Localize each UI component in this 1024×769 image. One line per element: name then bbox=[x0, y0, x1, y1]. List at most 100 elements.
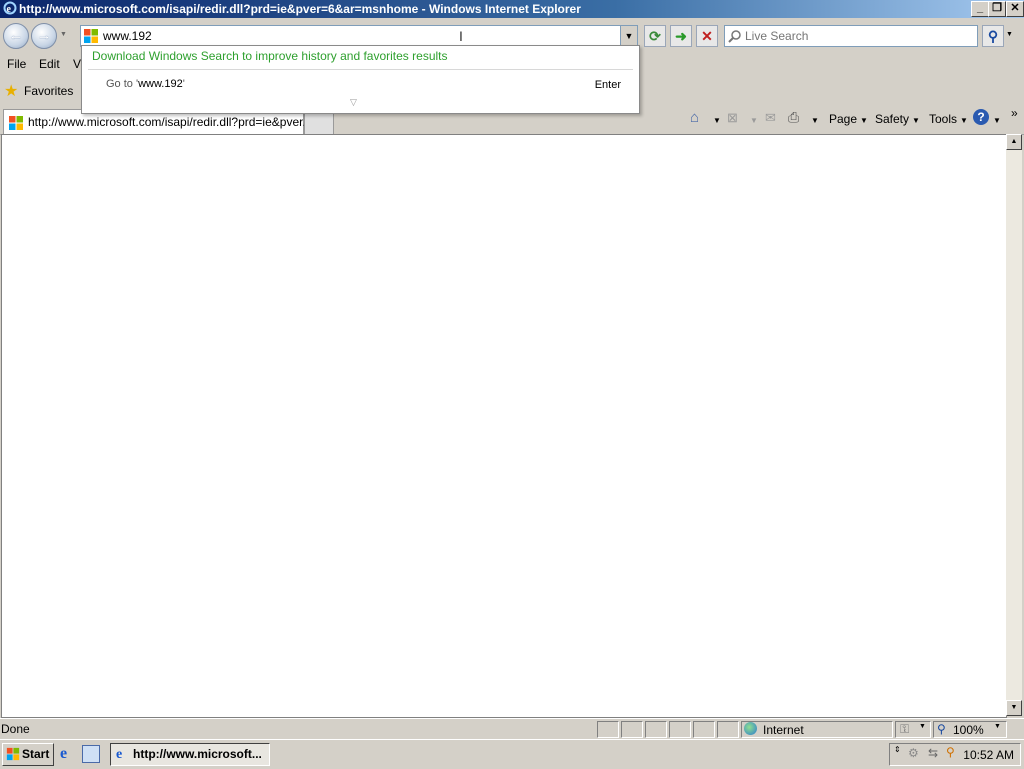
new-tab-button[interactable] bbox=[304, 111, 334, 134]
forward-arrow-icon: → bbox=[36, 27, 52, 44]
feeds-dropdown[interactable]: ▼ bbox=[750, 116, 758, 125]
title-bar[interactable]: e http://www.microsoft.com/isapi/redir.d… bbox=[0, 0, 1024, 18]
status-panel bbox=[645, 721, 667, 738]
text-cursor-icon: I bbox=[459, 28, 463, 44]
scroll-up-button[interactable]: ▲ bbox=[1006, 134, 1022, 150]
safety-menu-label: Safety bbox=[875, 112, 910, 126]
security-zone-panel[interactable]: Internet bbox=[741, 721, 893, 738]
back-arrow-icon: ← bbox=[8, 27, 24, 44]
minimize-button[interactable]: _ bbox=[971, 1, 989, 17]
status-text: Done bbox=[1, 722, 30, 736]
print-dropdown[interactable]: ▼ bbox=[811, 116, 819, 125]
vertical-scrollbar[interactable]: ▲ ▼ bbox=[1006, 134, 1022, 716]
zone-label: Internet bbox=[763, 723, 804, 737]
help-dropdown[interactable]: ▼ bbox=[993, 116, 1001, 125]
home-dropdown[interactable]: ▼ bbox=[713, 116, 721, 125]
address-dropdown-button[interactable]: ▼ bbox=[620, 26, 637, 46]
scroll-down-button[interactable]: ▼ bbox=[1006, 700, 1022, 716]
tray-expand-icon[interactable]: ⇕ bbox=[894, 746, 901, 754]
search-button[interactable]: ⚲ bbox=[982, 25, 1004, 47]
ie-logo-icon: e bbox=[3, 1, 17, 15]
protected-mode-icon: ⚿ bbox=[900, 722, 910, 736]
go-to-suggestion[interactable]: Go to 'www.192' bbox=[106, 78, 185, 90]
status-panel bbox=[693, 721, 715, 738]
favorites-label: Favorites bbox=[24, 84, 74, 98]
status-panel bbox=[621, 721, 643, 738]
protected-mode-panel[interactable]: ⚿ ▼ bbox=[895, 721, 931, 738]
system-tray: ⇕ ⚙ ⇆ ⚲ 10:52 AM bbox=[889, 743, 1021, 766]
home-button[interactable]: ⌂ bbox=[690, 109, 699, 126]
back-button[interactable]: ← bbox=[3, 23, 29, 49]
status-panel bbox=[669, 721, 691, 738]
ie-icon: e bbox=[116, 747, 123, 762]
search-box[interactable] bbox=[724, 25, 978, 47]
clock[interactable]: 10:52 AM bbox=[963, 748, 1014, 762]
toolbar-chevron-icon[interactable]: » bbox=[1011, 106, 1018, 120]
address-input[interactable] bbox=[103, 27, 603, 44]
go-arrow-icon: ➜ bbox=[675, 28, 687, 44]
zoom-dropdown: ▼ bbox=[994, 723, 1001, 730]
svg-text:e: e bbox=[7, 4, 12, 15]
menu-file[interactable]: File bbox=[7, 57, 26, 71]
address-autocomplete-dropdown: Download Windows Search to improve histo… bbox=[81, 45, 640, 114]
zoom-label: 100% bbox=[953, 723, 984, 737]
quicklaunch-show-desktop-icon[interactable] bbox=[82, 745, 100, 763]
tray-settings-icon[interactable]: ⚙ bbox=[908, 746, 919, 760]
search-magnifier-icon bbox=[728, 30, 741, 43]
address-bar[interactable]: I ▼ bbox=[80, 25, 638, 47]
stop-icon: ✕ bbox=[701, 28, 713, 44]
window-title: http://www.microsoft.com/isapi/redir.dll… bbox=[19, 2, 581, 16]
stop-button[interactable]: ✕ bbox=[696, 25, 718, 47]
tools-menu-button[interactable]: Tools ▼ bbox=[929, 112, 968, 126]
search-options-dropdown[interactable]: ▼ bbox=[1006, 31, 1013, 38]
feeds-button[interactable]: ⊠ bbox=[727, 110, 738, 126]
close-window-button[interactable]: ✕ bbox=[1006, 1, 1024, 17]
windows-search-promo-link[interactable]: Download Windows Search to improve histo… bbox=[92, 49, 448, 63]
safety-menu-button[interactable]: Safety ▼ bbox=[875, 112, 920, 126]
go-to-suffix: ' bbox=[182, 78, 185, 90]
windows-flag-icon bbox=[84, 29, 98, 43]
taskbar-item-ie[interactable]: e http://www.microsoft... bbox=[110, 743, 270, 766]
zoom-panel[interactable]: ⚲ 100% ▼ bbox=[933, 721, 1007, 738]
tools-menu-label: Tools bbox=[929, 112, 958, 126]
windows-flag-icon bbox=[9, 116, 23, 130]
menu-edit[interactable]: Edit bbox=[39, 57, 60, 71]
status-bar: Done Internet ⚿ ▼ ⚲ 100% ▼ bbox=[0, 718, 1024, 739]
go-to-prefix: Go to ' bbox=[106, 78, 139, 90]
forward-button[interactable]: → bbox=[31, 23, 57, 49]
search-input[interactable] bbox=[745, 27, 973, 44]
protected-mode-dropdown: ▼ bbox=[919, 723, 926, 730]
expand-suggestions-icon[interactable]: ▽ bbox=[350, 97, 357, 108]
go-to-value: www.192 bbox=[138, 78, 183, 90]
go-button[interactable]: ➜ bbox=[670, 25, 692, 47]
quicklaunch-ie-icon[interactable]: e bbox=[60, 745, 78, 763]
print-button[interactable]: ⎙ bbox=[788, 109, 799, 126]
zoom-icon: ⚲ bbox=[937, 722, 946, 736]
status-panel bbox=[597, 721, 619, 738]
favorites-button[interactable]: ★ Favorites bbox=[3, 81, 73, 101]
taskbar: Start e e http://www.microsoft... ⇕ ⚙ ⇆ … bbox=[0, 739, 1024, 769]
internet-globe-icon bbox=[744, 722, 757, 735]
search-icon: ⚲ bbox=[987, 28, 999, 44]
page-menu-button[interactable]: Page ▼ bbox=[829, 112, 868, 126]
compatibility-view-button[interactable]: ⟳ bbox=[644, 25, 666, 47]
taskbar-item-label: http://www.microsoft... bbox=[133, 747, 262, 761]
enter-hint: Enter bbox=[594, 79, 621, 91]
tray-network-icon[interactable]: ⇆ bbox=[928, 746, 938, 760]
status-panel bbox=[717, 721, 739, 738]
recent-pages-dropdown[interactable]: ▼ bbox=[60, 31, 67, 38]
maximize-button[interactable]: ❐ bbox=[988, 1, 1006, 17]
favorites-star-icon: ★ bbox=[4, 83, 19, 100]
start-button[interactable]: Start bbox=[2, 743, 54, 766]
start-label: Start bbox=[22, 747, 50, 761]
tray-search-icon[interactable]: ⚲ bbox=[946, 745, 955, 759]
page-content[interactable] bbox=[1, 134, 1007, 718]
compatibility-icon: ⟳ bbox=[649, 28, 661, 44]
dropdown-divider bbox=[88, 69, 633, 70]
windows-start-icon bbox=[6, 747, 20, 761]
help-button[interactable]: ? bbox=[973, 109, 989, 125]
read-mail-button[interactable]: ✉ bbox=[765, 110, 776, 126]
page-menu-label: Page bbox=[829, 112, 858, 126]
tab-label: http://www.microsoft.com/isapi/redir.dll… bbox=[28, 115, 313, 129]
menu-view[interactable]: V bbox=[73, 57, 81, 71]
